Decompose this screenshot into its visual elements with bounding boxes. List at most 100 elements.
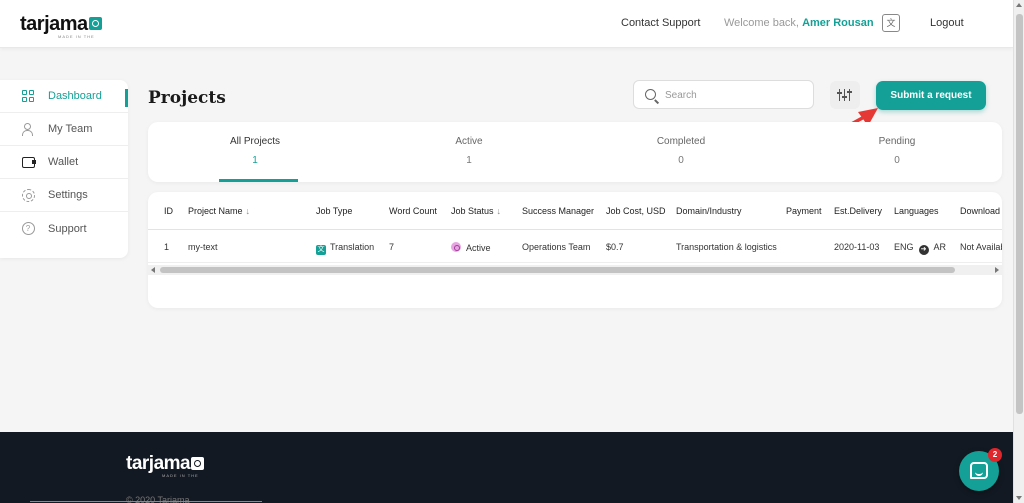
sort-down-arrow-icon[interactable]: ↓ <box>246 206 251 216</box>
tab-completed[interactable]: Completed 0 <box>574 122 788 182</box>
table-header-divider <box>148 229 1002 230</box>
sidebar-item-settings[interactable]: Settings <box>0 179 128 212</box>
welcome-text: Welcome back, Amer Rousan <box>724 17 874 29</box>
team-icon <box>21 122 35 136</box>
page-title: Projects <box>148 88 226 108</box>
column-header-payment[interactable]: Payment <box>786 206 822 216</box>
chat-icon <box>970 462 988 479</box>
tab-count: 0 <box>894 155 900 166</box>
column-header-project-name[interactable]: Project Name ↓ <box>188 206 250 216</box>
sidebar-item-support[interactable]: ? Support <box>0 212 128 245</box>
tab-count: 1 <box>466 155 472 166</box>
sidebar: Dashboard My Team Wallet Settings ? Supp… <box>0 80 128 258</box>
logo-text: tarjama <box>126 453 191 474</box>
scroll-right-arrow-icon[interactable] <box>995 267 999 273</box>
sidebar-item-wallet[interactable]: Wallet <box>0 146 128 179</box>
scroll-up-arrow-icon[interactable] <box>1016 3 1022 7</box>
cell-job-status: Active <box>451 242 491 253</box>
user-name[interactable]: Amer Rousan <box>802 17 874 29</box>
column-header-success-manager[interactable]: Success Manager <box>522 206 594 216</box>
search-box[interactable] <box>633 80 814 109</box>
top-header: tarjama MADE IN THE Contact Support Welc… <box>0 0 1013 48</box>
tab-pending[interactable]: Pending 0 <box>790 122 1004 182</box>
cell-success-manager: Operations Team <box>522 242 591 252</box>
sort-down-arrow-icon[interactable]: ↓ <box>497 206 502 216</box>
column-header-id[interactable]: ID <box>164 206 173 216</box>
cell-languages: ENG ➜ AR <box>894 242 946 255</box>
sidebar-item-dashboard[interactable]: Dashboard <box>0 80 128 113</box>
search-input[interactable] <box>665 87 805 103</box>
sliders-icon <box>847 89 852 101</box>
column-header-word-count[interactable]: Word Count <box>389 206 437 216</box>
column-header-domain[interactable]: Domain/Industry <box>676 206 742 216</box>
arrow-right-icon: ➜ <box>918 245 929 255</box>
translate-icon[interactable]: 文 <box>882 14 900 32</box>
cell-job-cost: $0.7 <box>606 242 624 252</box>
job-type-label: Translation <box>330 242 375 252</box>
sliders-icon <box>837 89 842 101</box>
sidebar-item-label: My Team <box>48 123 93 135</box>
column-header-job-status[interactable]: Job Status ↓ <box>451 206 501 216</box>
status-active-icon <box>451 242 461 252</box>
tab-all-projects[interactable]: All Projects 1 <box>148 122 362 182</box>
logo-mark-icon <box>191 457 205 470</box>
column-header-download[interactable]: Download <box>960 206 1002 216</box>
logo-mark-icon <box>88 17 102 30</box>
language-to: AR <box>933 242 947 252</box>
submit-request-button[interactable]: Submit a request <box>876 81 986 110</box>
sidebar-item-label: Wallet <box>48 156 79 168</box>
gear-icon <box>21 188 35 202</box>
tab-label: Pending <box>878 136 916 147</box>
wallet-icon <box>21 155 36 169</box>
tab-label: Completed <box>656 136 706 147</box>
tab-label: All Projects <box>229 136 280 147</box>
column-header-label: Job Status <box>451 206 494 216</box>
logo-subtitle: MADE IN THE <box>162 473 199 478</box>
language-from: ENG <box>894 242 914 252</box>
footer: tarjama MADE IN THE © 2020 Tarjama <box>0 432 1013 503</box>
active-tab-indicator <box>219 179 298 182</box>
vertical-scrollbar[interactable] <box>1013 0 1024 503</box>
tarjama-logo[interactable]: tarjama MADE IN THE <box>20 13 102 39</box>
sidebar-item-label: Support <box>48 222 87 235</box>
dashboard-grid-icon <box>21 89 35 103</box>
sliders-icon <box>842 89 847 101</box>
column-header-label: Project Name <box>188 206 243 216</box>
tab-label: Active <box>455 136 483 147</box>
sidebar-item-label: Dashboard <box>48 90 102 102</box>
cell-job-type: 文 Translation <box>316 242 374 255</box>
column-header-job-type[interactable]: Job Type <box>316 206 352 216</box>
cell-word-count: 7 <box>389 242 395 252</box>
welcome-label: Welcome back, <box>724 17 803 29</box>
sidebar-item-my-team[interactable]: My Team <box>0 113 128 146</box>
horizontal-scrollbar[interactable] <box>148 265 1002 275</box>
column-header-est-delivery[interactable]: Est.Delivery <box>834 206 882 216</box>
column-header-job-cost[interactable]: Job Cost, USD <box>606 206 666 216</box>
translation-icon: 文 <box>316 245 326 255</box>
scroll-left-arrow-icon[interactable] <box>151 267 155 273</box>
projects-table: ID Project Name ↓ Job Type Word Count Job… <box>148 192 1002 308</box>
column-header-languages[interactable]: Languages <box>894 206 939 216</box>
logo-text: tarjama <box>20 13 88 35</box>
scroll-down-arrow-icon[interactable] <box>1016 496 1022 500</box>
vertical-scrollbar-thumb[interactable] <box>1016 14 1023 414</box>
job-status-label: Active <box>466 243 491 253</box>
cell-id: 1 <box>164 242 170 252</box>
tab-count: 1 <box>252 155 258 166</box>
sidebar-item-label: Settings <box>48 189 88 201</box>
contact-support-link[interactable]: Contact Support <box>621 17 701 29</box>
footer-divider <box>30 501 262 502</box>
tab-active[interactable]: Active 1 <box>362 122 576 182</box>
horizontal-scrollbar-thumb[interactable] <box>160 267 955 273</box>
project-status-tabs: All Projects 1 Active 1 Completed 0 Pend… <box>148 122 1002 182</box>
cell-domain: Transportation & logistics <box>676 242 777 252</box>
footer-logo[interactable]: tarjama MADE IN THE <box>126 453 205 478</box>
logout-link[interactable]: Logout <box>930 17 964 29</box>
search-icon <box>645 89 656 100</box>
cell-project-name[interactable]: my-text <box>188 242 218 252</box>
chat-notification-badge: 2 <box>988 448 1002 462</box>
help-icon: ? <box>21 222 35 236</box>
logo-subtitle: MADE IN THE <box>58 34 95 39</box>
cell-download: Not Available <box>960 242 1002 252</box>
tab-count: 0 <box>678 155 684 166</box>
